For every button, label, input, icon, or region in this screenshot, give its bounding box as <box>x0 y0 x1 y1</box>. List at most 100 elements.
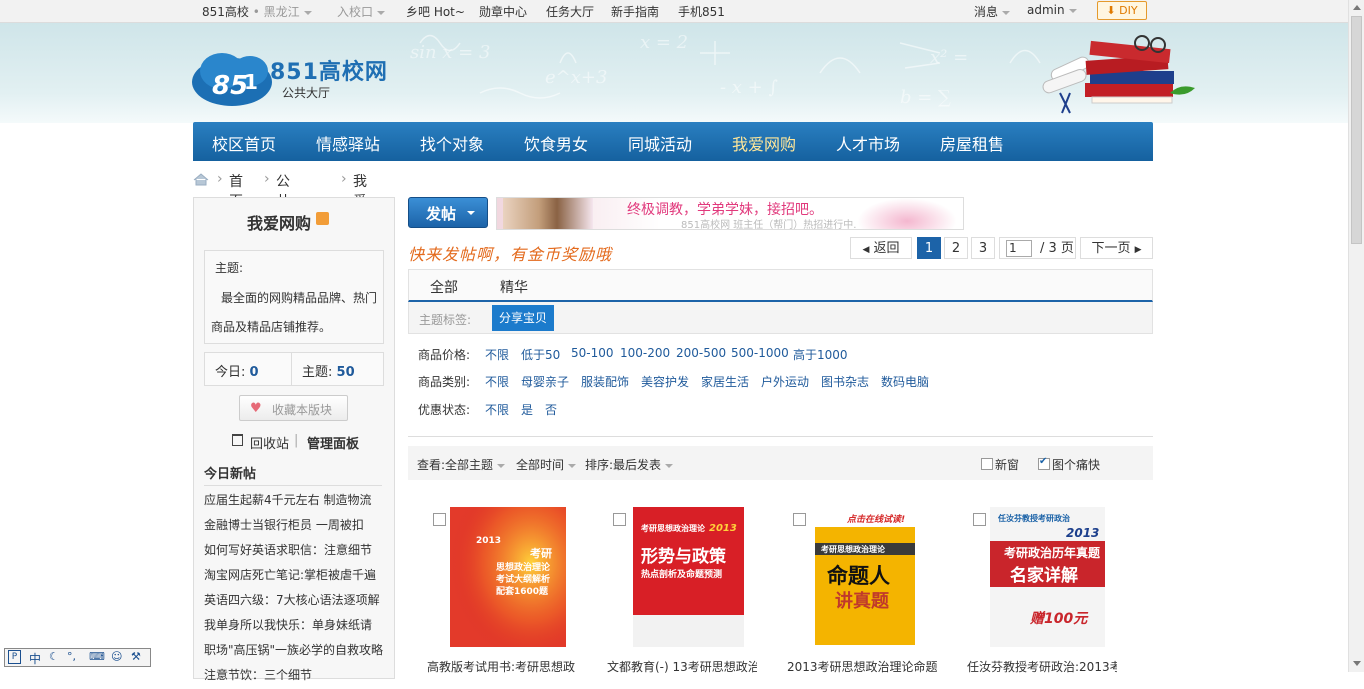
moon-icon[interactable]: ☾ <box>49 650 59 663</box>
chevron-left-icon: ◀ <box>862 245 870 255</box>
filter-option[interactable]: 是 <box>521 401 533 418</box>
recycle-bin-link[interactable]: 回收站 <box>250 433 289 452</box>
filter-option[interactable]: 不限 <box>485 373 509 390</box>
topic-count: 主题: 50 <box>302 365 355 380</box>
filter-option[interactable]: 户外运动 <box>761 373 809 390</box>
home-icon[interactable] <box>193 173 209 186</box>
filter-option[interactable]: 图书杂志 <box>821 373 869 390</box>
filter-option[interactable]: 高于1000 <box>793 346 848 363</box>
filter-option[interactable]: 数码电脑 <box>881 373 929 390</box>
enter-school-menu[interactable]: 入校口 <box>337 3 386 20</box>
topbar-link-mobile[interactable]: 手机851 <box>678 3 725 20</box>
filter-option[interactable]: 家居生活 <box>701 373 749 390</box>
tab-digest[interactable]: 精华 <box>500 277 528 297</box>
nav-dating[interactable]: 找个对象 <box>420 131 484 155</box>
divider <box>291 353 292 385</box>
topbar-link-medals[interactable]: 勋章中心 <box>479 3 527 20</box>
topbar-link-village[interactable]: 乡吧 Hot~ <box>406 3 465 20</box>
product-checkbox[interactable] <box>973 513 986 526</box>
sort-filter[interactable]: 排序:最后发表 <box>585 456 674 473</box>
page-1-button[interactable]: 1 <box>917 237 941 259</box>
product-image[interactable]: 点击在线试读! 考研思想政治理论 命题人 讲真题 <box>813 507 921 647</box>
new-post-button[interactable]: 发帖 <box>408 197 488 228</box>
chevron-down-icon <box>1068 8 1077 13</box>
scroll-up-arrow-icon[interactable] <box>1353 5 1361 10</box>
product-checkbox[interactable] <box>613 513 626 526</box>
svg-text:e^x+3: e^x+3 <box>545 67 607 88</box>
cover-text: 赠100元 <box>1030 610 1089 627</box>
product-image[interactable]: 任汝芬教授考研政治 2013 考研政治历年真题 名家详解 赠100元 <box>990 507 1105 647</box>
divider <box>408 436 1153 437</box>
product-title[interactable]: 2013考研思想政治理论命题人 <box>787 658 937 675</box>
new-window-checkbox[interactable] <box>981 458 993 470</box>
product-checkbox[interactable] <box>433 513 446 526</box>
topbar-link-tasks[interactable]: 任务大厅 <box>546 3 594 20</box>
chevron-down-icon <box>568 463 577 468</box>
new-post-link[interactable]: 注意节饮：三个细节 <box>204 668 312 682</box>
product-image[interactable]: 考研思想政治理论 形势与政策 热点剖析及命题预测 2013 <box>633 507 744 647</box>
page-3-button[interactable]: 3 <box>971 237 995 259</box>
page-scrollbar[interactable] <box>1348 0 1364 672</box>
filter-option[interactable]: 50-100 <box>571 346 614 360</box>
filter-option[interactable]: 500-1000 <box>731 346 789 360</box>
wrench-icon[interactable]: ⚒ <box>131 650 141 663</box>
filter-option[interactable]: 不限 <box>485 401 509 418</box>
image-mode-checkbox[interactable] <box>1038 456 1050 470</box>
topic-tag-share[interactable]: 分享宝贝 <box>492 305 554 331</box>
back-button[interactable]: ◀ 返回 <box>850 237 912 259</box>
ad-banner[interactable]: 终极调教，学弟学妹，接招吧。 851高校网 班主任（帮门）热招进行中.. <box>496 197 964 230</box>
new-post-link[interactable]: 金融博士当银行柜员 一周被扣 <box>204 518 364 532</box>
product-checkbox[interactable] <box>793 513 806 526</box>
divider: | <box>294 433 299 448</box>
filter-option[interactable]: 否 <box>545 401 557 418</box>
new-post-link[interactable]: 如何写好英语求职信：注意细节 <box>204 543 372 557</box>
site-logo-text[interactable]: 851高校网 <box>270 54 388 86</box>
admin-panel-link[interactable]: 管理面板 <box>307 433 359 452</box>
ime-logo-icon[interactable]: P <box>8 650 21 664</box>
nav-food[interactable]: 饮食男女 <box>524 131 588 155</box>
site-switcher[interactable]: 851高校 • 黑龙江 <box>202 3 312 20</box>
keyboard-icon[interactable]: ⌨ <box>89 650 105 663</box>
site-logo-icon[interactable]: 85 1 <box>192 49 277 111</box>
new-post-link[interactable]: 淘宝网店死亡笔记:掌柜被虐千遍 <box>204 568 376 582</box>
product-title[interactable]: 任汝芬教授考研政治:2013考 <box>967 658 1117 675</box>
filter-option[interactable]: 服装配饰 <box>581 373 629 390</box>
punctuation-icon[interactable]: °, <box>67 650 76 663</box>
messages-menu[interactable]: 消息 <box>974 3 1011 20</box>
new-post-link[interactable]: 英语四六级：7大核心语法逐项解 <box>204 593 380 607</box>
filter-option[interactable]: 母婴亲子 <box>521 373 569 390</box>
filter-option[interactable]: 200-500 <box>676 346 726 360</box>
nav-housing[interactable]: 房屋租售 <box>940 131 1004 155</box>
nav-online-shopping[interactable]: 我爱网购 <box>732 131 796 155</box>
nav-emotion[interactable]: 情感驿站 <box>316 131 380 155</box>
nav-city-events[interactable]: 同城活动 <box>628 131 692 155</box>
ime-language-toggle[interactable]: 中 <box>29 650 41 667</box>
user-icon[interactable]: ☺ <box>111 650 122 663</box>
page-number-input[interactable]: 1 <box>1006 240 1032 257</box>
scroll-down-arrow-icon[interactable] <box>1353 661 1361 666</box>
product-title[interactable]: 文都教育(-) 13考研思想政治 <box>607 658 757 675</box>
topic-tag-row: 主题标签: 分享宝贝 <box>408 302 1153 334</box>
topbar-link-guide[interactable]: 新手指南 <box>611 3 659 20</box>
filter-option[interactable]: 100-200 <box>620 346 670 360</box>
product-title[interactable]: 高教版考试用书:考研思想政 <box>427 658 577 675</box>
new-post-link[interactable]: 应届生起薪4千元左右 制造物流 <box>204 493 371 507</box>
nav-talent-market[interactable]: 人才市场 <box>836 131 900 155</box>
new-post-link[interactable]: 职场"高压锅"一族必学的自救攻略 <box>204 643 383 657</box>
product-image[interactable]: 2013 考研 思想政治理论 考试大纲解析 配套1600题 <box>450 507 566 647</box>
page-2-button[interactable]: 2 <box>944 237 968 259</box>
new-post-link[interactable]: 我单身所以我快乐：单身妹纸请 <box>204 618 372 632</box>
tab-all[interactable]: 全部 <box>430 277 458 297</box>
filter-option[interactable]: 美容护发 <box>641 373 689 390</box>
user-menu[interactable]: admin <box>1027 3 1077 17</box>
next-page-button[interactable]: 下一页 ▶ <box>1080 237 1153 259</box>
favorite-forum-button[interactable]: ♥ 收藏本版块 <box>239 395 348 421</box>
view-filter[interactable]: 查看:全部主题 <box>417 456 506 473</box>
scroll-thumb[interactable] <box>1351 16 1362 244</box>
filter-option[interactable]: 低于50 <box>521 346 560 363</box>
diy-button[interactable]: ⬇ DIY <box>1097 1 1147 20</box>
nav-campus-home[interactable]: 校区首页 <box>212 131 276 155</box>
rss-icon[interactable] <box>316 212 329 225</box>
time-filter[interactable]: 全部时间 <box>516 456 577 473</box>
filter-option[interactable]: 不限 <box>485 346 509 363</box>
